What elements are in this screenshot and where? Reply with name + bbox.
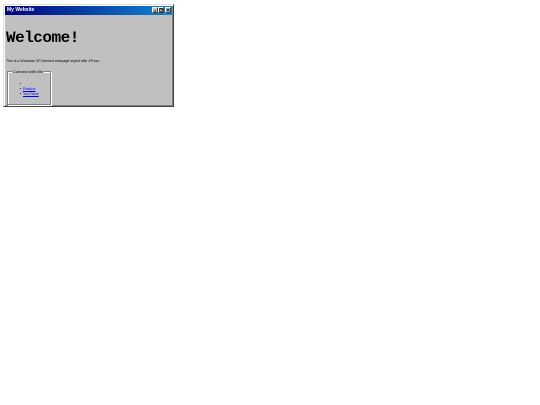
bullet-icon [20, 88, 21, 89]
app-window: My Website Welcome! This is a Windows XP… [3, 4, 174, 107]
page-heading: Welcome! [6, 29, 79, 47]
maximize-button[interactable] [158, 7, 164, 13]
minimize-icon [153, 10, 156, 12]
connect-legend: Connect with Me [12, 69, 44, 74]
page-description: This is a Windows XP-themed webpage styl… [6, 59, 101, 63]
window-controls [151, 7, 171, 14]
bullet-icon [20, 83, 21, 84]
bullet-icon [20, 93, 21, 94]
title-bar[interactable]: My Website [5, 6, 172, 15]
window-title: My Website [7, 7, 35, 13]
list-item: YouTube [20, 91, 39, 96]
close-button[interactable] [165, 7, 171, 13]
youtube-link[interactable]: YouTube [23, 91, 39, 96]
window-body: Welcome! This is a Windows XP-themed web… [5, 16, 172, 105]
maximize-icon [159, 8, 163, 12]
close-icon [166, 8, 170, 12]
minimize-button[interactable] [151, 7, 158, 13]
connect-fieldset: Connect with Me Roblox YouTube [7, 69, 51, 105]
connect-link-list: Roblox YouTube [20, 81, 39, 96]
